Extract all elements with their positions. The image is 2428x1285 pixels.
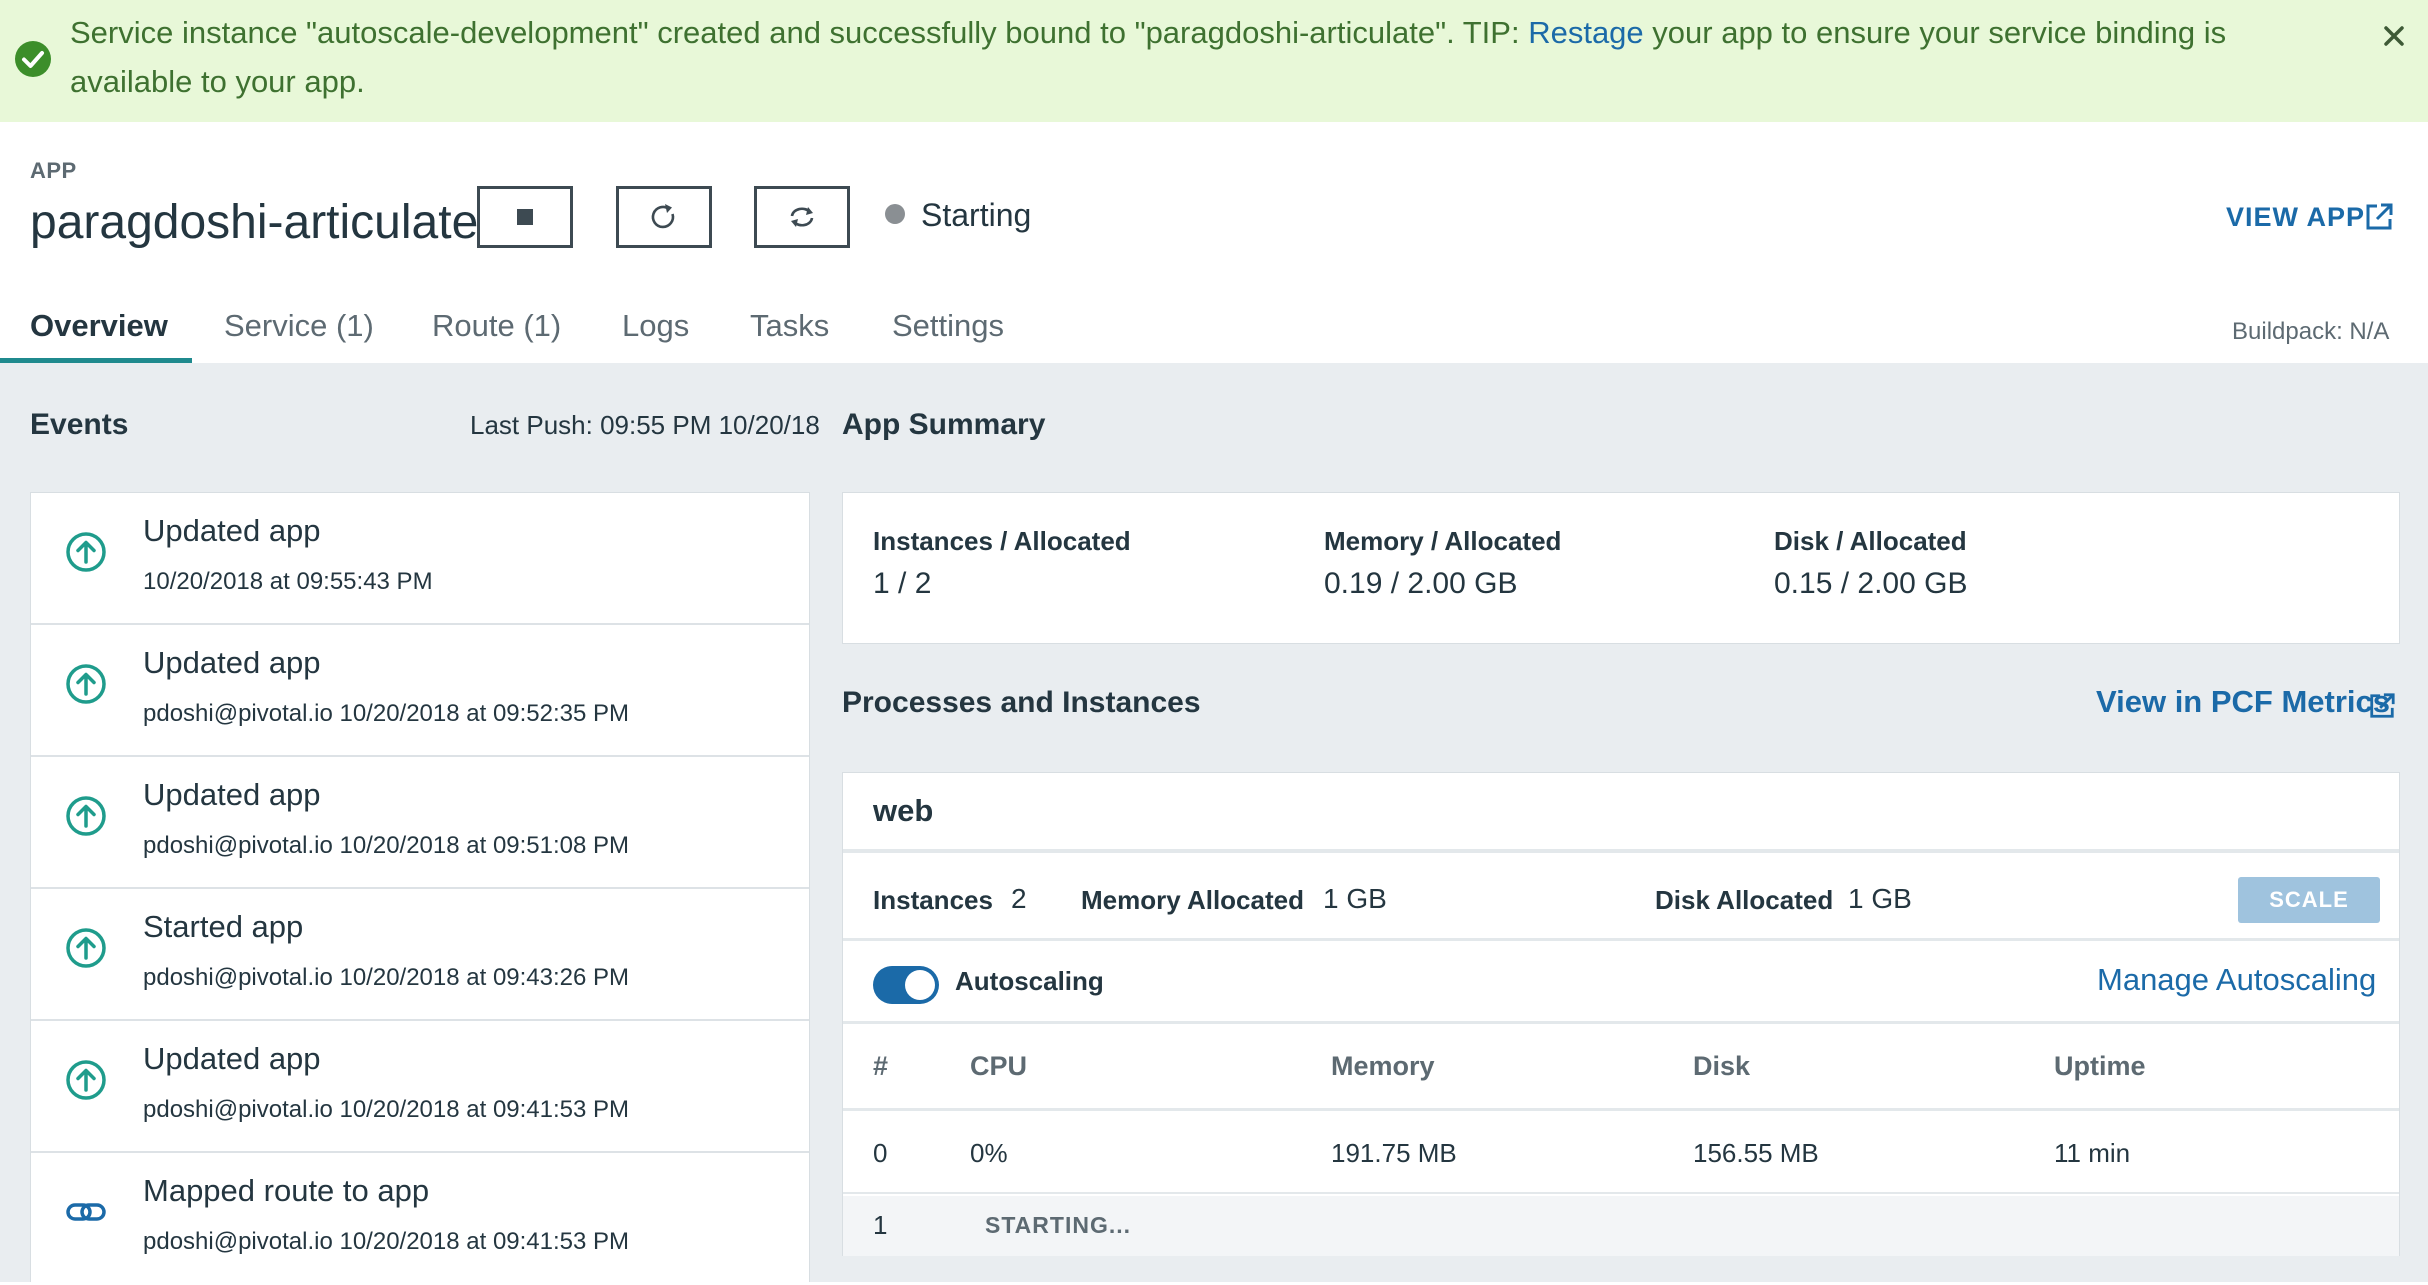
events-title: Events [30,408,129,441]
column-header-cpu: CPU [970,1051,1028,1081]
tab-logs[interactable]: Logs [622,306,689,346]
tab-route[interactable]: Route (1) [432,306,561,346]
disk-allocated-value: 1 GB [1848,883,1912,914]
instances-label: Instances [873,885,993,915]
autoscaling-row: Autoscaling Manage Autoscaling [843,944,2399,1024]
event-meta: 10/20/2018 at 09:55:43 PM [143,568,433,595]
event-title: Updated app [143,777,321,812]
arrow-up-circle-icon [66,664,106,704]
column-header-memory: Memory [1331,1051,1435,1081]
last-push: Last Push: 09:55 PM 10/20/18 [470,410,820,440]
event-title: Updated app [143,645,321,680]
restage-button[interactable] [754,186,850,248]
instances-allocated-label: Instances / Allocated [873,526,1131,556]
table-row: 1 STARTING... [843,1196,2399,1256]
memory-allocated-label: Memory / Allocated [1324,526,1562,556]
disk-allocated-label: Disk / Allocated [1774,526,1967,556]
instance-cpu: 0% [970,1138,1008,1168]
instance-index: 1 [873,1210,888,1240]
processes-title: Processes and Instances [842,686,1201,719]
instance-index: 0 [873,1138,888,1168]
view-app-link[interactable]: VIEW APP [2226,197,2365,237]
pcf-metrics-link[interactable]: View in PCF Metrics [2096,684,2390,720]
disk-allocated-value: 0.15 / 2.00 GB [1774,567,1968,600]
column-header-disk: Disk [1693,1051,1751,1081]
instance-uptime: 11 min [2054,1138,2131,1168]
tab-overview[interactable]: Overview [30,306,168,346]
check-circle-icon [15,41,51,77]
manage-autoscaling-link[interactable]: Manage Autoscaling [2097,962,2376,998]
event-meta: pdoshi@pivotal.io 10/20/2018 at 09:41:53… [143,1228,630,1255]
process-card: web Instances 2 Memory Allocated 1 GB Di… [842,772,2400,1256]
instances-table-header: # CPU Memory Disk Uptime [843,1027,2399,1111]
page-title: paragdoshi-articulate [30,196,479,249]
event-title: Mapped route to app [143,1173,430,1208]
memory-allocated-value: 1 GB [1323,883,1387,914]
event-item: Updated app pdoshi@pivotal.io 10/20/2018… [31,625,809,757]
table-row: 0 0% 191.75 MB 156.55 MB 11 min [843,1114,2399,1194]
event-meta: pdoshi@pivotal.io 10/20/2018 at 09:43:26… [143,964,630,991]
events-list: Updated app 10/20/2018 at 09:55:43 PM Up… [30,492,810,1282]
close-icon[interactable] [2374,16,2414,56]
event-item: Mapped route to app pdoshi@pivotal.io 10… [31,1153,809,1285]
event-item: Started app pdoshi@pivotal.io 10/20/2018… [31,889,809,1021]
tab-service[interactable]: Service (1) [224,306,374,346]
tab-settings[interactable]: Settings [892,306,1004,346]
event-meta: pdoshi@pivotal.io 10/20/2018 at 09:52:35… [143,700,630,727]
arrow-up-circle-icon [66,1060,106,1100]
scale-button[interactable]: SCALE [2238,877,2380,923]
arrow-up-circle-icon [66,928,106,968]
app-summary-title: App Summary [842,408,1046,441]
success-alert: Service instance "autoscale-development"… [0,0,2428,122]
toggle-knob [905,970,935,1000]
arrow-up-circle-icon [66,532,106,572]
alert-message: Service instance "autoscale-development"… [70,8,2350,106]
page-eyebrow: APP [30,158,77,183]
restart-button[interactable] [616,186,712,248]
event-title: Updated app [143,1041,321,1076]
instances-allocated-value: 1 / 2 [873,567,932,600]
stop-button[interactable] [477,186,573,248]
external-link-icon[interactable] [2364,202,2394,232]
link-icon [66,1203,106,1221]
instance-disk: 156.55 MB [1693,1138,1819,1168]
status-indicator-icon [885,204,905,224]
restage-link[interactable]: Restage [1528,15,1643,50]
instances-value: 2 [1011,883,1027,914]
event-item: Updated app pdoshi@pivotal.io 10/20/2018… [31,757,809,889]
process-header: web [843,773,2399,853]
buildpack-info: Buildpack: N/A [2232,318,2390,345]
column-header-index: # [873,1051,889,1081]
event-meta: pdoshi@pivotal.io 10/20/2018 at 09:41:53… [143,1096,630,1123]
instance-state: STARTING... [985,1212,1132,1238]
event-item: Updated app pdoshi@pivotal.io 10/20/2018… [31,1021,809,1153]
memory-allocated-label: Memory Allocated [1081,885,1304,915]
external-link-icon[interactable] [2368,692,2396,720]
stop-icon [517,209,533,225]
autoscaling-toggle[interactable] [873,966,939,1004]
tab-tasks[interactable]: Tasks [750,306,829,346]
app-summary-card: Instances / Allocated 1 / 2 Memory / All… [842,492,2400,644]
autoscaling-label: Autoscaling [955,966,1104,996]
event-title: Updated app [143,513,321,548]
arrow-up-circle-icon [66,796,106,836]
disk-allocated-label: Disk Allocated [1655,885,1834,915]
memory-allocated-value: 0.19 / 2.00 GB [1324,567,1518,600]
event-item: Updated app 10/20/2018 at 09:55:43 PM [31,493,809,625]
column-header-uptime: Uptime [2054,1051,2146,1081]
refresh-icon [651,204,675,229]
sync-icon [790,207,814,227]
process-allocation-row: Instances 2 Memory Allocated 1 GB Disk A… [843,857,2399,941]
app-status: Starting [921,197,1032,233]
alert-text-before: Service instance "autoscale-development"… [70,15,1529,50]
event-title: Started app [143,909,304,944]
instance-memory: 191.75 MB [1331,1138,1457,1168]
event-meta: pdoshi@pivotal.io 10/20/2018 at 09:51:08… [143,832,630,859]
process-name: web [873,793,934,828]
